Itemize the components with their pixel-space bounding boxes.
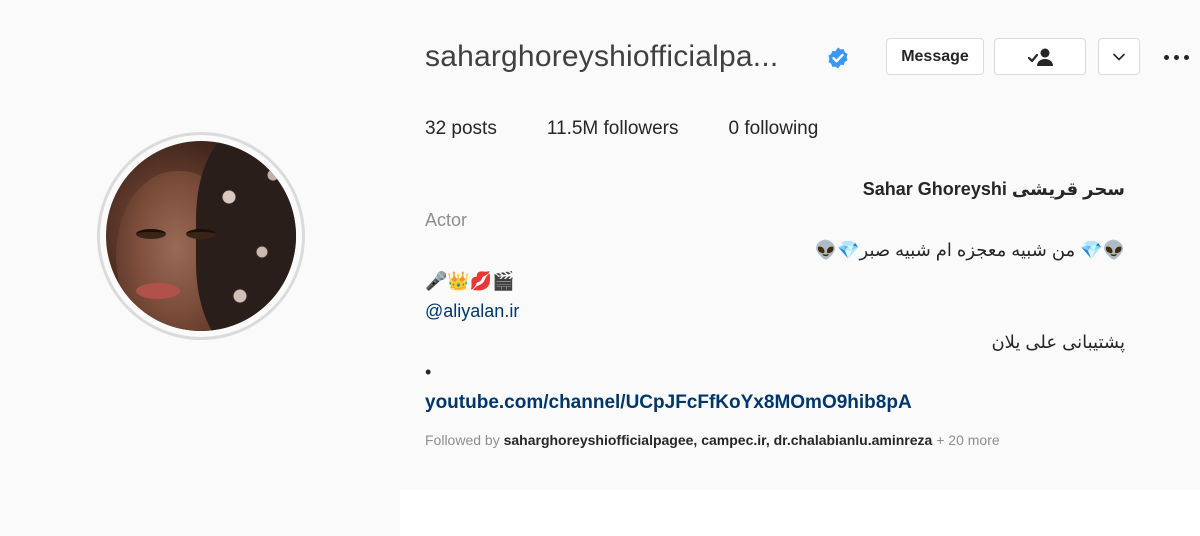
posts-label: posts: [451, 118, 497, 139]
bio-mention-link[interactable]: @aliyalan.ir: [425, 296, 1125, 327]
chevron-down-icon: [1113, 53, 1125, 60]
profile-username: saharghoreyshiofficialpa...: [425, 40, 779, 73]
followed-by-more: + 20 more: [936, 432, 1000, 448]
content-panel: [400, 490, 1200, 536]
bio-line-2: 🎤👑💋🎬: [425, 270, 515, 291]
more-options-button[interactable]: [1160, 46, 1192, 68]
message-button[interactable]: Message: [886, 38, 984, 75]
posts-stat: 32 posts: [425, 118, 497, 140]
following-count: 0: [728, 118, 740, 139]
suggested-accounts-button[interactable]: [1098, 38, 1140, 75]
following-status-button[interactable]: [994, 38, 1086, 75]
followers-stat[interactable]: 11.5M followers: [547, 118, 679, 140]
bio-line-3: پشتیبانی علی یلان: [991, 331, 1125, 352]
profile-avatar-ring[interactable]: [97, 132, 305, 340]
followed-by-names: saharghoreyshiofficialpagee, campec.ir, …: [503, 432, 933, 448]
bio-line-1: 👽💎 من شبیه معجزه ام شبیه صبر💎👽: [814, 240, 1125, 260]
followers-label: followers: [603, 118, 679, 139]
more-dot-icon: [1183, 54, 1189, 60]
profile-category: Actor: [425, 209, 468, 230]
bio-website-link[interactable]: youtube.com/channel/UCpJFcFfKoYx8MOmO9hi…: [425, 388, 1125, 419]
more-dot-icon: [1173, 54, 1179, 60]
following-stat[interactable]: 0 following: [729, 118, 819, 140]
avatar-eye-left: [136, 229, 166, 239]
profile-stats: 32 posts 11.5M followers 0 following: [425, 118, 868, 140]
avatar[interactable]: [106, 141, 296, 331]
avatar-eye-right: [186, 229, 216, 239]
followers-count: 11.5M: [546, 118, 599, 139]
more-dot-icon: [1163, 54, 1169, 60]
profile-bio: سحر قریشی Sahar Ghoreyshi Actor 👽💎 من شب…: [425, 174, 1125, 418]
followed-by[interactable]: Followed by saharghoreyshiofficialpagee,…: [425, 432, 1000, 448]
bio-bullet: •: [425, 362, 432, 382]
profile-page: saharghoreyshiofficialpa... Message 32 p…: [0, 0, 1200, 536]
verified-badge-icon: [828, 47, 848, 69]
followed-by-prefix: Followed by: [425, 432, 500, 448]
posts-count: 32: [425, 118, 447, 139]
following-label: following: [744, 118, 819, 139]
person-check-icon: [1027, 48, 1053, 66]
avatar-lips: [136, 283, 180, 299]
display-name: سحر قریشی Sahar Ghoreyshi: [862, 179, 1125, 199]
